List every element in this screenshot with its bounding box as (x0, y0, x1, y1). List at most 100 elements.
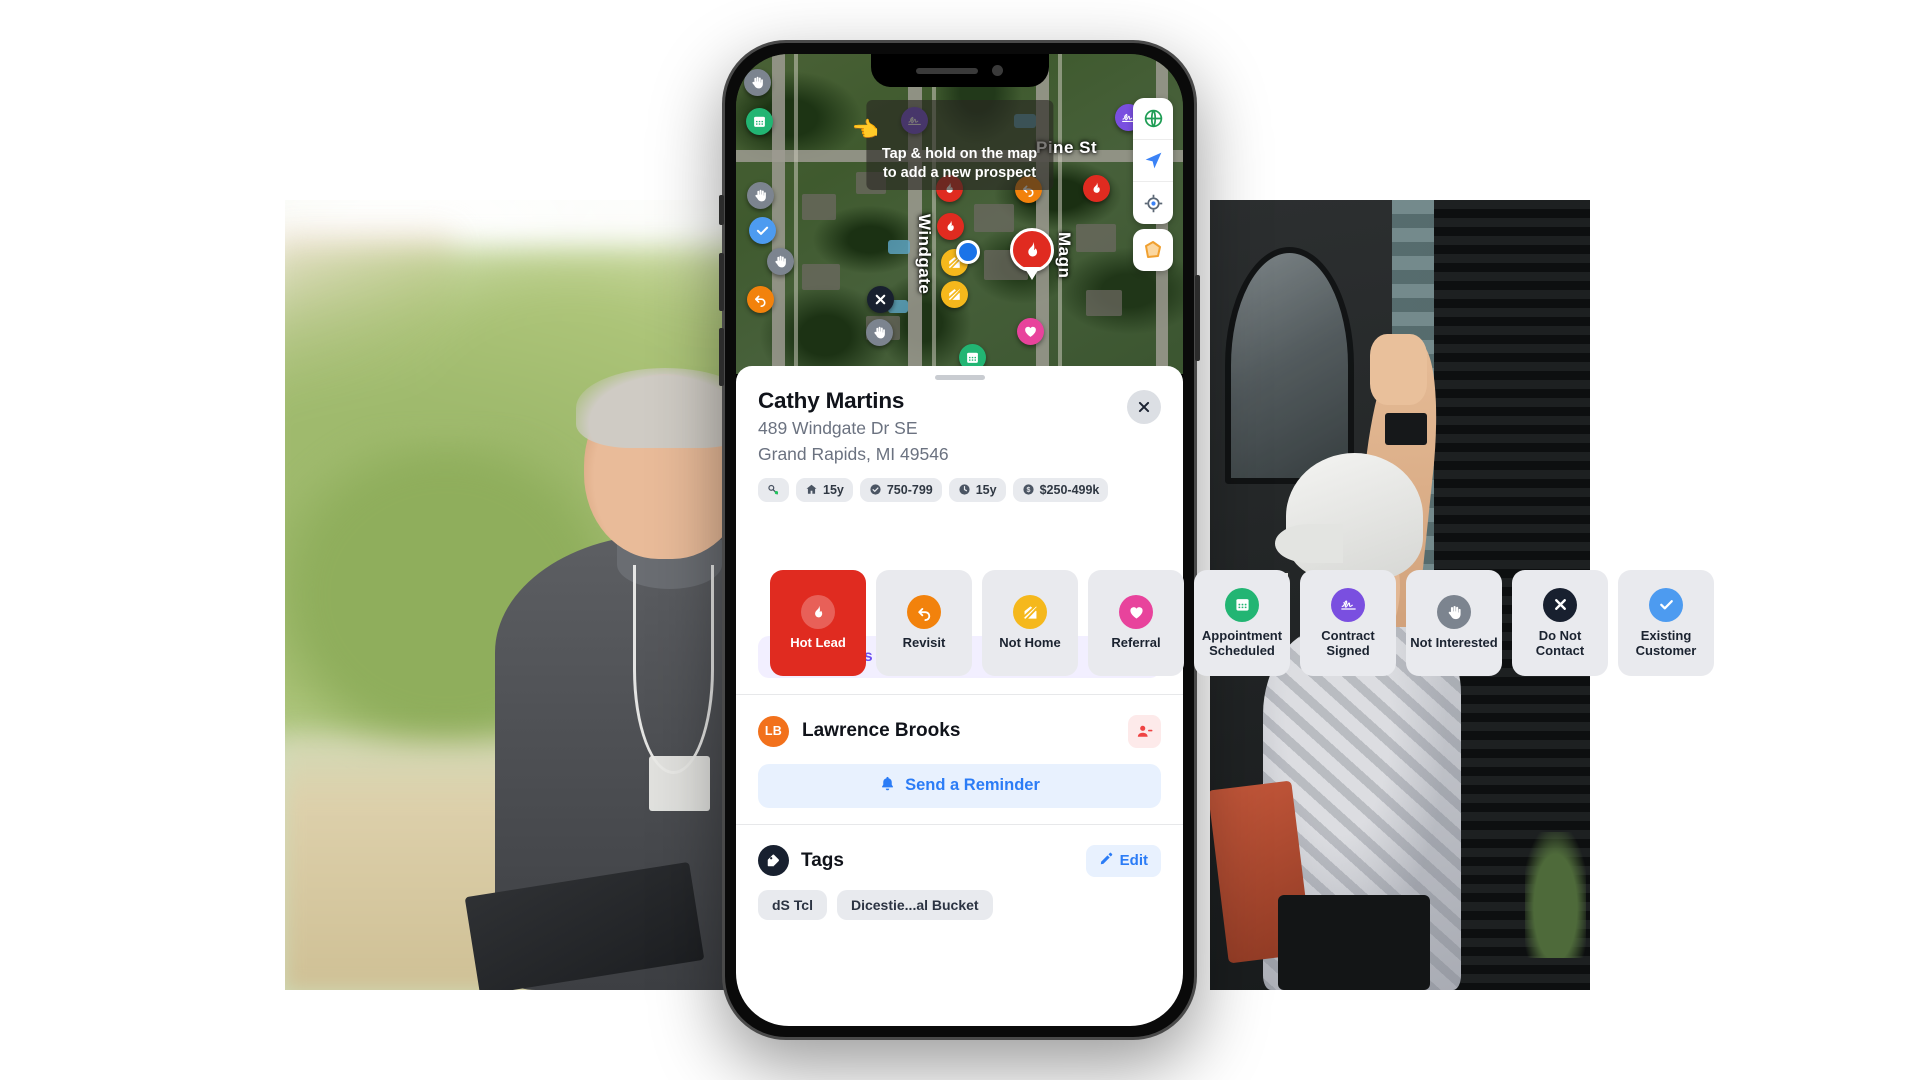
hand-icon (752, 76, 763, 89)
pointing-hand-icon: 👈 (851, 117, 880, 142)
prospect-detail-sheet: Cathy Martins 489 Windgate Dr SE Grand R… (736, 366, 1183, 1026)
bell-glyph (882, 776, 894, 790)
map-pin-not-interested[interactable] (767, 248, 794, 275)
send-reminder-button[interactable]: Send a Reminder (758, 763, 1161, 808)
action-do-not-contact[interactable]: Do Not Contact (1512, 570, 1608, 676)
pencil-icon (1099, 851, 1114, 870)
check-icon (756, 226, 769, 235)
clock-icon (959, 484, 970, 495)
tag-pill[interactable]: Dicestie...al Bucket (836, 889, 993, 920)
tag-icon (758, 845, 789, 877)
action-label: Revisit (902, 635, 946, 651)
check-icon (1649, 587, 1683, 622)
signature-icon (1340, 600, 1356, 610)
calendar-icon (1235, 599, 1249, 611)
heart-icon (1129, 606, 1143, 619)
hand-icon (1437, 595, 1471, 630)
map-pin-hot-lead[interactable] (1010, 228, 1054, 272)
action-not-interested[interactable]: Not Interested (1406, 570, 1502, 676)
flame-icon (947, 220, 954, 231)
map-pin-referral[interactable] (1017, 318, 1044, 345)
volume-up-button[interactable] (719, 253, 724, 311)
action-appointment-scheduled[interactable]: Appointment Scheduled (1194, 570, 1290, 676)
action-hot-lead[interactable]: Hot Lead (770, 570, 866, 676)
dollar-icon: $ (1022, 483, 1035, 496)
action-existing-customer[interactable]: Existing Customer (1618, 570, 1714, 676)
action-not-home[interactable]: Not Home (982, 570, 1078, 676)
not-home-icon (1022, 604, 1038, 620)
action-label: Appointment Scheduled (1201, 627, 1283, 658)
navigation-arrow-icon (1145, 152, 1161, 169)
x-icon (1554, 599, 1566, 611)
map-pin-not-interested[interactable] (866, 319, 893, 346)
shield-icon (869, 483, 882, 496)
heart-icon (1025, 326, 1036, 337)
remove-person-button[interactable] (1128, 714, 1161, 748)
close-icon (1138, 401, 1150, 413)
close-sheet-button[interactable] (1127, 390, 1161, 424)
chip-label: 15y (975, 482, 997, 497)
front-camera (992, 65, 1003, 76)
crosshair-icon (1144, 194, 1162, 212)
action-contract-signed[interactable]: Contract Signed (1300, 570, 1396, 676)
flame-icon (801, 595, 835, 630)
edit-tags-label: Edit (1119, 852, 1148, 870)
map-pin-appointment[interactable] (746, 108, 773, 135)
send-reminder-label: Send a Reminder (905, 776, 1040, 795)
locate-me-button[interactable] (1133, 182, 1173, 224)
tags-header: Tags Edit (736, 825, 1183, 877)
navigate-button[interactable] (1133, 140, 1173, 182)
street-label-windgate: Windgate (915, 214, 934, 295)
tag-pill-list: dS Tcl Dicestie...al Bucket (736, 877, 1183, 920)
chip-clock: 15y (948, 477, 1006, 502)
map-pin-existing[interactable] (749, 217, 776, 244)
calendar-icon (967, 352, 978, 363)
map-pin-hot-lead[interactable] (937, 213, 964, 240)
globe-icon (1144, 109, 1162, 128)
prospect-header: Cathy Martins 489 Windgate Dr SE Grand R… (736, 380, 1183, 467)
x-icon (1543, 587, 1577, 622)
volume-down-button[interactable] (719, 328, 724, 386)
hand-icon (775, 255, 786, 268)
map-view[interactable]: Pine St Windgate Magn 👈 Tap & hold on th… (736, 54, 1183, 374)
key-icon (768, 484, 779, 495)
earpiece-speaker (916, 67, 978, 74)
power-button[interactable] (1195, 275, 1200, 361)
draw-territory-button[interactable] (1133, 229, 1173, 271)
phone-screen: Pine St Windgate Magn 👈 Tap & hold on th… (736, 54, 1183, 1026)
hand-icon (1448, 605, 1461, 619)
shield-icon (870, 484, 881, 495)
map-pin-not-home[interactable] (941, 281, 968, 308)
phone-notch (870, 54, 1049, 87)
prospect-address-line1: 489 Windgate Dr SE (758, 418, 918, 438)
map-tooltip-text: Tap & hold on the map to add a new prosp… (881, 146, 1038, 181)
tag-glyph (767, 854, 779, 867)
map-pin-do-not-contact[interactable] (867, 286, 894, 313)
signature-icon (1331, 587, 1365, 622)
key-icon (767, 483, 780, 496)
screenshot-root: 4521 (0, 0, 1920, 1080)
chip-dollar: $ $250-499k (1012, 477, 1109, 502)
map-tooltip: 👈 Tap & hold on the map to add a new pro… (852, 100, 1054, 191)
mute-switch[interactable] (719, 195, 724, 225)
calendar-icon (1225, 587, 1259, 622)
remove-person-icon (1137, 725, 1153, 737)
phone-mockup: Pine St Windgate Magn 👈 Tap & hold on th… (719, 40, 1200, 1040)
chip-label: 750-799 (886, 482, 933, 497)
flame-icon (1027, 241, 1037, 257)
map-type-globe-button[interactable] (1133, 98, 1173, 140)
map-pin-revisit[interactable] (747, 286, 774, 313)
tag-pill[interactable]: dS Tcl (758, 889, 827, 920)
action-revisit[interactable]: Revisit (876, 570, 972, 676)
flame-icon (1093, 182, 1100, 193)
action-label: Do Not Contact (1535, 627, 1585, 658)
edit-tags-button[interactable]: Edit (1085, 844, 1161, 877)
home-icon (805, 483, 818, 496)
tags-title: Tags (801, 849, 844, 871)
map-pin-hot-lead[interactable] (1083, 175, 1110, 202)
bell-icon (879, 775, 896, 797)
action-label: Existing Customer (1635, 627, 1697, 658)
map-pin-not-interested[interactable] (747, 182, 774, 209)
map-pin-not-interested[interactable] (744, 69, 771, 96)
action-referral[interactable]: Referral (1088, 570, 1184, 676)
